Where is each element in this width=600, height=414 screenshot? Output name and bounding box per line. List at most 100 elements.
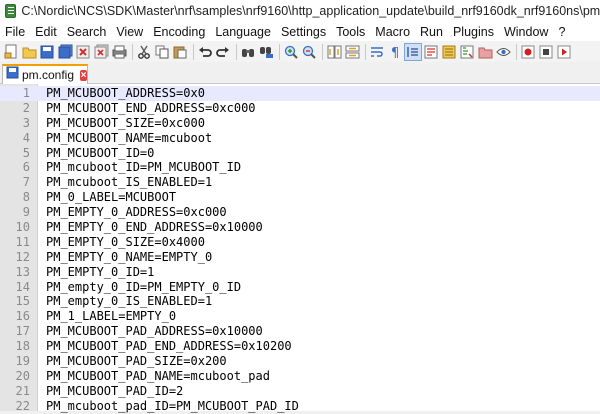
paste-icon[interactable] bbox=[172, 44, 188, 60]
code-line[interactable]: 22 PM_mcuboot_pad_ID=PM_MCUBOOT_PAD_ID bbox=[0, 399, 600, 414]
stop-macro-icon[interactable] bbox=[538, 44, 554, 60]
zoom-in-icon[interactable] bbox=[283, 44, 299, 60]
line-text: PM_0_LABEL=MCUBOOT bbox=[46, 190, 177, 205]
menu-file[interactable]: File bbox=[0, 25, 30, 39]
udl-icon[interactable] bbox=[423, 44, 439, 60]
line-text: PM_empty_0_ID=PM_EMPTY_0_ID bbox=[46, 279, 242, 294]
menu-plugins[interactable]: Plugins bbox=[448, 25, 499, 39]
code-line[interactable]: 21 PM_MCUBOOT_PAD_ID=2 bbox=[0, 384, 600, 399]
line-text: PM_MCUBOOT_END_ADDRESS=0xc000 bbox=[46, 100, 256, 115]
code-line[interactable]: 17 PM_MCUBOOT_PAD_ADDRESS=0x10000 bbox=[0, 324, 600, 339]
code-line[interactable]: 13 PM_EMPTY_0_ID=1 bbox=[0, 265, 600, 280]
function-list-icon[interactable] bbox=[459, 44, 475, 60]
code-line[interactable]: 15 PM_empty_0_IS_ENABLED=1 bbox=[0, 294, 600, 309]
line-text: PM_EMPTY_0_END_ADDRESS=0x10000 bbox=[46, 220, 263, 235]
line-number: 19 bbox=[15, 354, 30, 369]
zoom-out-icon[interactable] bbox=[301, 44, 317, 60]
line-text: PM_MCUBOOT_PAD_END_ADDRESS=0x10200 bbox=[46, 339, 292, 354]
toolbar-separator bbox=[365, 43, 366, 60]
notepadpp-app-icon bbox=[5, 4, 17, 18]
code-line[interactable]: 4 PM_MCUBOOT_NAME=mcuboot bbox=[0, 131, 600, 146]
menu-tools[interactable]: Tools bbox=[331, 25, 370, 39]
print-icon[interactable] bbox=[111, 44, 127, 60]
line-text: PM_MCUBOOT_ID=0 bbox=[46, 145, 155, 160]
line-number: 21 bbox=[15, 383, 30, 398]
save-icon[interactable] bbox=[39, 44, 55, 60]
open-file-icon[interactable] bbox=[21, 44, 37, 60]
toolbar-separator bbox=[279, 43, 280, 60]
toolbar-separator bbox=[132, 43, 133, 60]
cut-icon[interactable] bbox=[136, 44, 152, 60]
code-line[interactable]: 6 PM_mcuboot_ID=PM_MCUBOOT_ID bbox=[0, 160, 600, 175]
line-number: 18 bbox=[15, 339, 30, 354]
code-line[interactable]: 16 PM_1_LABEL=EMPTY_0 bbox=[0, 309, 600, 324]
menu-macro[interactable]: Macro bbox=[370, 25, 415, 39]
window-title: C:\Nordic\NCS\SDK\Master\nrf\samples\nrf… bbox=[21, 4, 600, 18]
line-number: 22 bbox=[15, 398, 30, 413]
copy-icon[interactable] bbox=[154, 44, 170, 60]
line-number: 5 bbox=[22, 145, 30, 160]
svg-text:¶: ¶ bbox=[391, 46, 399, 59]
line-text: PM_EMPTY_0_ADDRESS=0xc000 bbox=[46, 205, 227, 220]
line-number: 3 bbox=[22, 115, 30, 130]
menu-search[interactable]: Search bbox=[62, 25, 112, 39]
line-number: 11 bbox=[15, 234, 30, 249]
tab-pm-config[interactable]: pm.config × bbox=[2, 64, 88, 84]
menu-settings[interactable]: Settings bbox=[276, 25, 331, 39]
replace-icon[interactable] bbox=[258, 44, 274, 60]
new-file-icon[interactable] bbox=[3, 44, 19, 60]
menu-view[interactable]: View bbox=[111, 25, 148, 39]
close-all-icon[interactable] bbox=[93, 44, 109, 60]
line-text: PM_1_LABEL=EMPTY_0 bbox=[46, 309, 177, 324]
menu-run[interactable]: Run bbox=[415, 25, 448, 39]
code-line[interactable]: 19 PM_MCUBOOT_PAD_SIZE=0x200 bbox=[0, 354, 600, 369]
record-macro-icon[interactable] bbox=[520, 44, 536, 60]
code-editor[interactable]: 1 PM_MCUBOOT_ADDRESS=0x0 2 PM_MCUBOOT_END_A… bbox=[0, 84, 600, 414]
line-number: 10 bbox=[15, 220, 30, 235]
code-line[interactable]: 5 PM_MCUBOOT_ID=0 bbox=[0, 146, 600, 161]
code-line[interactable]: 1 PM_MCUBOOT_ADDRESS=0x0 bbox=[0, 86, 600, 101]
find-icon[interactable] bbox=[240, 44, 256, 60]
show-all-chars-icon[interactable]: ¶ bbox=[387, 44, 403, 60]
title-bar: C:\Nordic\NCS\SDK\Master\nrf\samples\nrf… bbox=[0, 0, 600, 22]
code-line[interactable]: 18 PM_MCUBOOT_PAD_END_ADDRESS=0x10200 bbox=[0, 339, 600, 354]
word-wrap-icon[interactable] bbox=[369, 44, 385, 60]
sync-horizontal-icon[interactable] bbox=[344, 44, 360, 60]
line-number: 4 bbox=[22, 130, 30, 145]
code-line[interactable]: 20 PM_MCUBOOT_PAD_NAME=mcuboot_pad bbox=[0, 369, 600, 384]
menu-edit[interactable]: Edit bbox=[30, 25, 62, 39]
line-text: PM_MCUBOOT_PAD_SIZE=0x200 bbox=[46, 354, 227, 369]
code-line[interactable]: 8 PM_0_LABEL=MCUBOOT bbox=[0, 190, 600, 205]
line-number: 8 bbox=[22, 190, 30, 205]
indent-guide-icon[interactable] bbox=[404, 42, 422, 61]
line-number: 12 bbox=[15, 249, 30, 264]
tab-close-icon[interactable]: × bbox=[80, 69, 87, 81]
line-text: PM_MCUBOOT_PAD_ID=2 bbox=[46, 383, 184, 398]
code-line[interactable]: 11 PM_EMPTY_0_SIZE=0x4000 bbox=[0, 235, 600, 250]
menu-window[interactable]: Window bbox=[499, 25, 553, 39]
close-icon[interactable] bbox=[75, 44, 91, 60]
line-number: 20 bbox=[15, 368, 30, 383]
menu-language[interactable]: Language bbox=[210, 25, 276, 39]
code-line[interactable]: 9 PM_EMPTY_0_ADDRESS=0xc000 bbox=[0, 205, 600, 220]
monitor-icon[interactable] bbox=[495, 44, 511, 60]
line-number: 17 bbox=[15, 324, 30, 339]
code-line[interactable]: 7 PM_mcuboot_IS_ENABLED=1 bbox=[0, 175, 600, 190]
undo-icon[interactable] bbox=[197, 44, 213, 60]
line-text: PM_MCUBOOT_PAD_NAME=mcuboot_pad bbox=[46, 368, 270, 383]
menu-encoding[interactable]: Encoding bbox=[148, 25, 210, 39]
line-number: 2 bbox=[22, 100, 30, 115]
code-line[interactable]: 3 PM_MCUBOOT_SIZE=0xc000 bbox=[0, 116, 600, 131]
sync-vertical-icon[interactable] bbox=[326, 44, 342, 60]
redo-icon[interactable] bbox=[215, 44, 231, 60]
code-line[interactable]: 10 PM_EMPTY_0_END_ADDRESS=0x10000 bbox=[0, 220, 600, 235]
play-macro-icon[interactable] bbox=[556, 44, 572, 60]
code-line[interactable]: 14 PM_empty_0_ID=PM_EMPTY_0_ID bbox=[0, 280, 600, 295]
menu-help[interactable]: ? bbox=[553, 25, 570, 39]
save-all-icon[interactable] bbox=[57, 44, 73, 60]
code-line[interactable]: 2 PM_MCUBOOT_END_ADDRESS=0xc000 bbox=[0, 101, 600, 116]
line-text: PM_MCUBOOT_PAD_ADDRESS=0x10000 bbox=[46, 324, 263, 339]
doc-map-icon[interactable] bbox=[441, 44, 457, 60]
folder-workspace-icon[interactable] bbox=[477, 44, 493, 60]
code-line[interactable]: 12 PM_EMPTY_0_NAME=EMPTY_0 bbox=[0, 250, 600, 265]
